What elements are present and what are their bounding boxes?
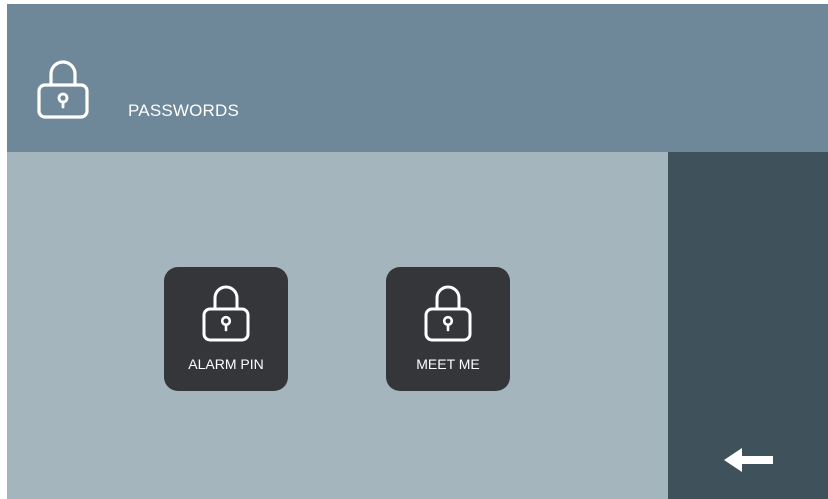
passwords-screen: PASSWORDS ALARM PIN MEET ME <box>7 4 828 499</box>
page-title: PASSWORDS <box>128 101 240 120</box>
lock-icon <box>202 285 250 342</box>
main-panel: ALARM PIN MEET ME <box>7 152 668 499</box>
back-button[interactable] <box>721 442 777 478</box>
alarm-pin-button[interactable]: ALARM PIN <box>164 267 288 391</box>
arrow-left-icon <box>724 448 773 472</box>
lock-icon <box>424 285 472 342</box>
sidebar <box>668 152 828 499</box>
header-bar: PASSWORDS <box>7 4 828 152</box>
tile-label: MEET ME <box>416 356 480 372</box>
lock-icon <box>37 60 89 119</box>
meet-me-button[interactable]: MEET ME <box>386 267 510 391</box>
tile-label: ALARM PIN <box>188 356 264 372</box>
